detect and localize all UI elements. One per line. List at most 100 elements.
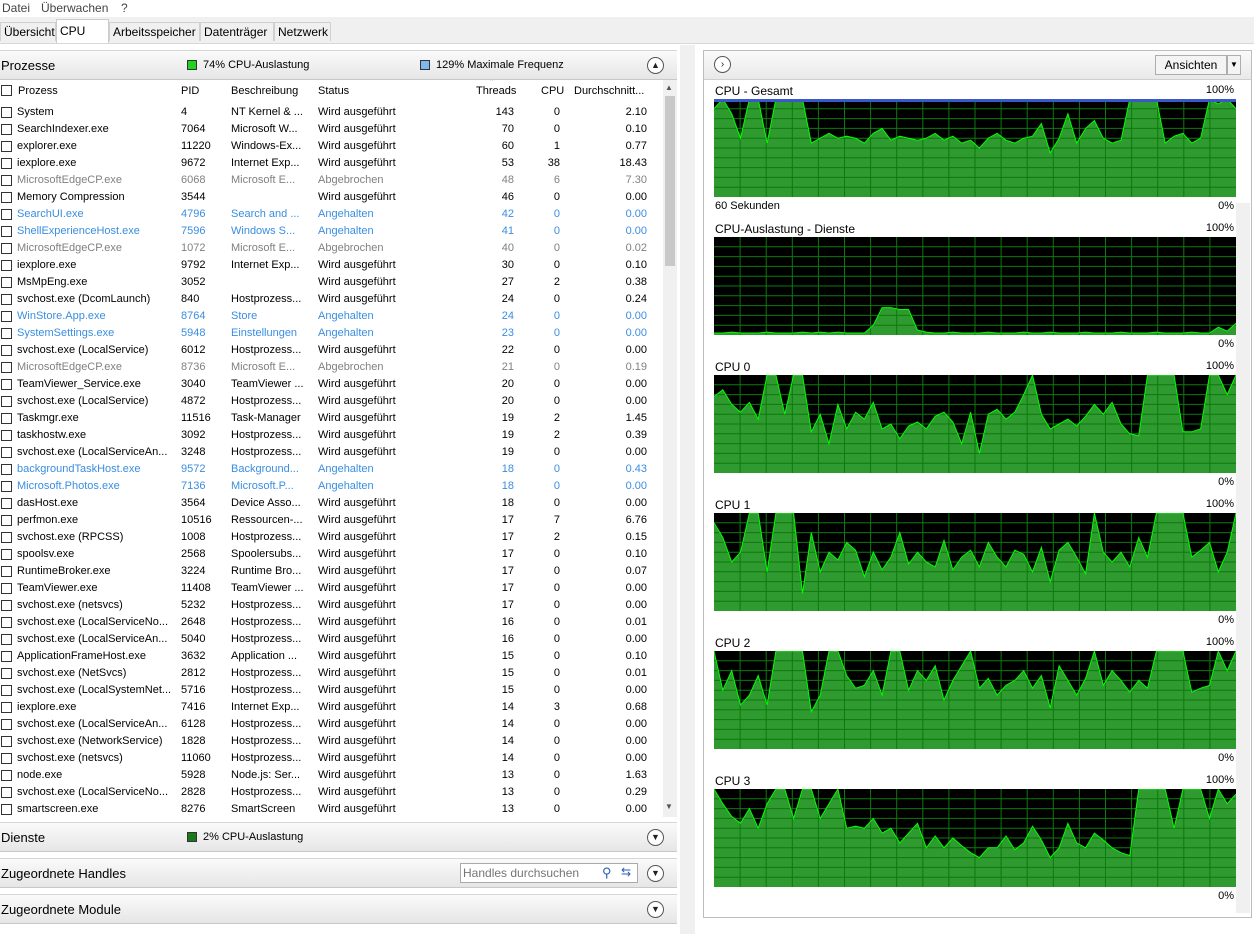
row-checkbox[interactable] [1,787,12,798]
table-row[interactable]: WinStore.App.exe 8764 Store Angehalten 24 0 0.… [0,308,663,325]
table-row[interactable]: SystemSettings.exe 5948 Einstellungen Angeh… [0,325,663,342]
col-process[interactable]: Prozess [18,85,58,97]
chevron-right-icon[interactable]: › [714,56,731,73]
row-checkbox[interactable] [1,515,12,526]
row-checkbox[interactable] [1,804,12,815]
row-checkbox[interactable] [1,107,12,118]
table-row[interactable]: spoolsv.exe 2568 Spoolersubs... Wird ausgef… [0,546,663,563]
pane-splitter[interactable] [680,45,695,934]
table-row[interactable]: svchost.exe (RPCSS) 1008 Hostprozess... Wir… [0,529,663,546]
row-checkbox[interactable] [1,702,12,713]
scrollbar-thumb[interactable] [665,96,675,266]
table-row[interactable]: svchost.exe (LocalServiceAn... 3248 Hostpr… [0,444,663,461]
tab-cpu[interactable]: CPU [56,19,109,43]
modules-header[interactable]: Zugeordnete Module ▼ [0,894,677,924]
row-checkbox[interactable] [1,294,12,305]
table-row[interactable]: smartscreen.exe 8276 SmartScreen Wird ausge… [0,801,663,817]
table-row[interactable]: Taskmgr.exe 11516 Task-Manager Wird ausgefü… [0,410,663,427]
row-checkbox[interactable] [1,328,12,339]
table-row[interactable]: svchost.exe (LocalServiceNo... 2828 Hostpr… [0,784,663,801]
row-checkbox[interactable] [1,719,12,730]
handles-search-input[interactable] [463,865,598,881]
table-row[interactable]: svchost.exe (LocalSystemNet... 5716 Hostpr… [0,682,663,699]
select-all-checkbox[interactable] [1,85,12,96]
row-checkbox[interactable] [1,430,12,441]
scroll-down-icon[interactable]: ▼ [665,802,673,811]
row-checkbox[interactable] [1,124,12,135]
table-row[interactable]: System 4 NT Kernel & ... Wird ausgeführt 143… [0,104,663,121]
table-row[interactable]: iexplore.exe 9672 Internet Exp... Wird ausg… [0,155,663,172]
row-checkbox[interactable] [1,192,12,203]
row-checkbox[interactable] [1,685,12,696]
table-row[interactable]: svchost.exe (netsvcs) 11060 Hostprozess...… [0,750,663,767]
row-checkbox[interactable] [1,498,12,509]
row-checkbox[interactable] [1,413,12,424]
row-checkbox[interactable] [1,311,12,322]
row-checkbox[interactable] [1,175,12,186]
process-table-scrollbar[interactable]: ▲ ▼ [663,80,677,817]
row-checkbox[interactable] [1,141,12,152]
expand-chevron-down-icon[interactable]: ▼ [647,901,664,918]
tab-memory[interactable]: Arbeitsspeicher [109,22,200,41]
menu-file[interactable]: Datei [2,1,30,15]
col-threads[interactable]: Threads [476,85,516,97]
views-button[interactable]: Ansichten [1155,55,1227,75]
row-checkbox[interactable] [1,753,12,764]
row-checkbox[interactable] [1,532,12,543]
table-row[interactable]: svchost.exe (NetworkService) 1828 Hostproz… [0,733,663,750]
expand-chevron-down-icon[interactable]: ▼ [647,829,664,846]
table-row[interactable]: SearchUI.exe 4796 Search and ... Angehalten… [0,206,663,223]
row-checkbox[interactable] [1,617,12,628]
row-checkbox[interactable] [1,260,12,271]
row-checkbox[interactable] [1,379,12,390]
table-row[interactable]: svchost.exe (DcomLaunch) 840 Hostprozess..… [0,291,663,308]
collapse-chevron-up-icon[interactable]: ▲ [647,57,664,74]
row-checkbox[interactable] [1,770,12,781]
table-row[interactable]: svchost.exe (NetSvcs) 2812 Hostprozess... W… [0,665,663,682]
row-checkbox[interactable] [1,345,12,356]
row-checkbox[interactable] [1,600,12,611]
table-row[interactable]: MicrosoftEdgeCP.exe 8736 Microsoft E... Abg… [0,359,663,376]
col-description[interactable]: Beschreibung [231,85,298,97]
table-row[interactable]: Memory Compression 3544 Wird ausgeführt 46 0… [0,189,663,206]
row-checkbox[interactable] [1,651,12,662]
graph-scrollbar[interactable] [1236,203,1250,913]
row-checkbox[interactable] [1,277,12,288]
table-row[interactable]: ApplicationFrameHost.exe 3632 Application … [0,648,663,665]
row-checkbox[interactable] [1,668,12,679]
table-row[interactable]: perfmon.exe 10516 Ressourcen-... Wird ausge… [0,512,663,529]
tab-disk[interactable]: Datenträger [200,22,274,41]
table-row[interactable]: MicrosoftEdgeCP.exe 6068 Microsoft E... Abg… [0,172,663,189]
table-row[interactable]: explorer.exe 11220 Windows-Ex... Wird ausge… [0,138,663,155]
row-checkbox[interactable] [1,362,12,373]
scroll-up-icon[interactable]: ▲ [665,83,673,92]
row-checkbox[interactable] [1,243,12,254]
row-checkbox[interactable] [1,209,12,220]
row-checkbox[interactable] [1,481,12,492]
table-row[interactable]: iexplore.exe 7416 Internet Exp... Wird ausg… [0,699,663,716]
table-row[interactable]: MicrosoftEdgeCP.exe 1072 Microsoft E... Abg… [0,240,663,257]
row-checkbox[interactable] [1,464,12,475]
col-cpu[interactable]: CPU [541,85,564,97]
col-status[interactable]: Status [318,85,349,97]
table-row[interactable]: svchost.exe (LocalService) 6012 Hostprozes… [0,342,663,359]
tab-network[interactable]: Netzwerk [274,22,331,41]
table-row[interactable]: svchost.exe (LocalServiceNo... 2648 Hostpr… [0,614,663,631]
tab-overview[interactable]: Übersicht [0,22,56,41]
table-row[interactable]: ShellExperienceHost.exe 7596 Windows S... A… [0,223,663,240]
row-checkbox[interactable] [1,736,12,747]
table-row[interactable]: node.exe 5928 Node.js: Ser... Wird ausgefüh… [0,767,663,784]
processes-header[interactable]: Prozesse 74% CPU-Auslastung 129% Maximal… [0,50,677,80]
table-row[interactable]: svchost.exe (LocalServiceAn... 5040 Hostpr… [0,631,663,648]
col-average[interactable]: Durchschnitt... [574,85,644,97]
table-row[interactable]: taskhostw.exe 3092 Hostprozess... Wird ausg… [0,427,663,444]
handles-search-box[interactable]: ⚲ ⇆ [460,863,638,883]
services-header[interactable]: Dienste 2% CPU-Auslastung ▼ [0,822,677,852]
row-checkbox[interactable] [1,447,12,458]
table-row[interactable]: RuntimeBroker.exe 3224 Runtime Bro... Wird … [0,563,663,580]
table-row[interactable]: backgroundTaskHost.exe 9572 Background... A… [0,461,663,478]
row-checkbox[interactable] [1,583,12,594]
table-row[interactable]: SearchIndexer.exe 7064 Microsoft W... Wird … [0,121,663,138]
views-dropdown-arrow-icon[interactable]: ▼ [1227,55,1241,75]
table-row[interactable]: TeamViewer_Service.exe 3040 TeamViewer ...… [0,376,663,393]
